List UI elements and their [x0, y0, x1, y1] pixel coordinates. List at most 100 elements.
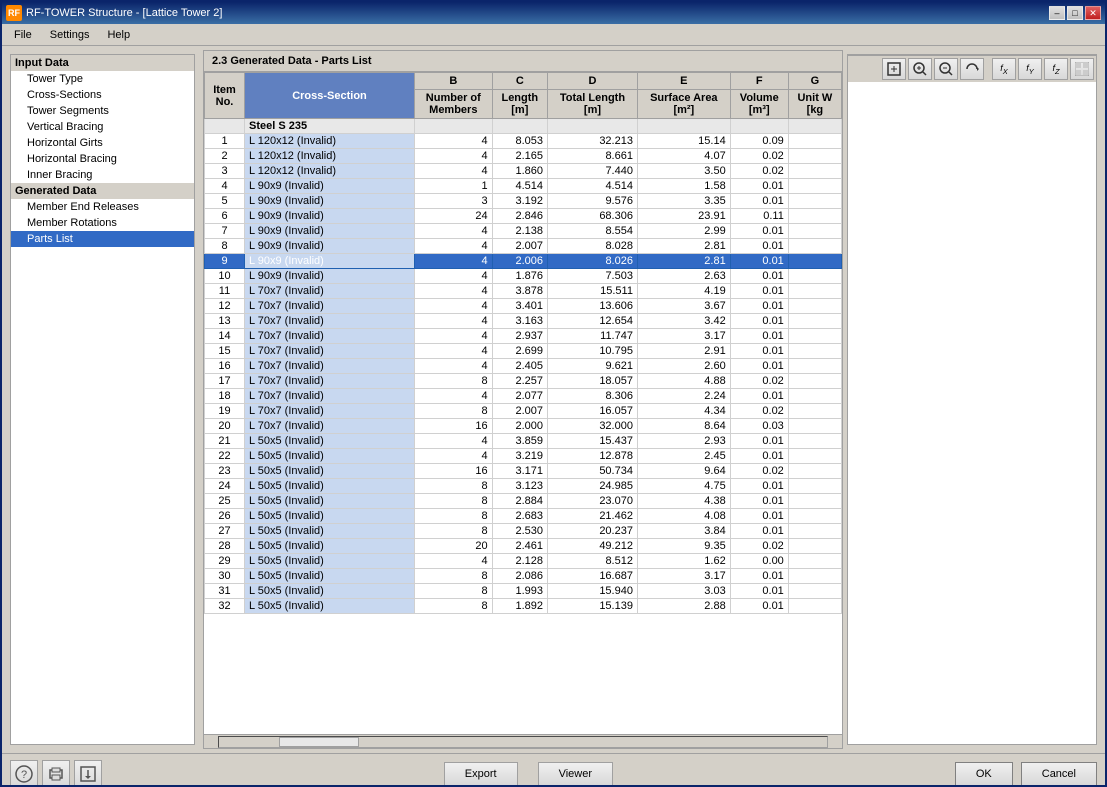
- menu-settings[interactable]: Settings: [42, 27, 98, 43]
- sidebar-item-horizontal-girts[interactable]: Horizontal Girts: [11, 135, 194, 151]
- table-row[interactable]: 2 L 120x12 (Invalid) 4 2.165 8.661 4.07 …: [205, 149, 842, 164]
- minimize-button[interactable]: –: [1049, 6, 1065, 20]
- cell-item-no: 31: [205, 584, 245, 599]
- sidebar-item-cross-sections[interactable]: Cross-Sections: [11, 87, 194, 103]
- cell-members: 8: [415, 569, 493, 584]
- table-row[interactable]: 4 L 90x9 (Invalid) 1 4.514 4.514 1.58 0.…: [205, 179, 842, 194]
- col-cross-section-header: Cross-Section: [245, 73, 415, 119]
- cell-volume: 0.01: [730, 494, 788, 509]
- print-button[interactable]: [42, 760, 70, 787]
- table-row[interactable]: 30 L 50x5 (Invalid) 8 2.086 16.687 3.17 …: [205, 569, 842, 584]
- rotate-button[interactable]: [960, 58, 984, 80]
- sidebar-item-vertical-bracing[interactable]: Vertical Bracing: [11, 119, 194, 135]
- col-e-header: E: [637, 73, 730, 90]
- table-row[interactable]: 1 L 120x12 (Invalid) 4 8.053 32.213 15.1…: [205, 134, 842, 149]
- cell-item-no: 1: [205, 134, 245, 149]
- table-row[interactable]: 20 L 70x7 (Invalid) 16 2.000 32.000 8.64…: [205, 419, 842, 434]
- cell-members: 4: [415, 269, 493, 284]
- table-row[interactable]: 14 L 70x7 (Invalid) 4 2.937 11.747 3.17 …: [205, 329, 842, 344]
- cell-surface-area: 3.67: [637, 299, 730, 314]
- cell-members: 4: [415, 329, 493, 344]
- viewer-button[interactable]: Viewer: [538, 762, 613, 786]
- table-row[interactable]: 17 L 70x7 (Invalid) 8 2.257 18.057 4.88 …: [205, 374, 842, 389]
- fx-button[interactable]: fX: [992, 58, 1016, 80]
- zoom-in-button[interactable]: [908, 58, 932, 80]
- cell-members: 3: [415, 194, 493, 209]
- table-container[interactable]: ItemNo. Cross-Section B C D E F G Number…: [204, 72, 842, 734]
- cell-length: 3.163: [492, 314, 547, 329]
- table-row[interactable]: 9 L 90x9 (Invalid) 4 2.006 8.026 2.81 0.…: [205, 254, 842, 269]
- col-num-members-header: Number ofMembers: [415, 90, 493, 119]
- table-row[interactable]: 6 L 90x9 (Invalid) 24 2.846 68.306 23.91…: [205, 209, 842, 224]
- fy-button[interactable]: fY: [1018, 58, 1042, 80]
- cell-surface-area: 3.17: [637, 329, 730, 344]
- table-row[interactable]: 25 L 50x5 (Invalid) 8 2.884 23.070 4.38 …: [205, 494, 842, 509]
- table-row[interactable]: 23 L 50x5 (Invalid) 16 3.171 50.734 9.64…: [205, 464, 842, 479]
- horizontal-scrollbar[interactable]: [204, 734, 842, 748]
- table-row[interactable]: 15 L 70x7 (Invalid) 4 2.699 10.795 2.91 …: [205, 344, 842, 359]
- table-row[interactable]: 11 L 70x7 (Invalid) 4 3.878 15.511 4.19 …: [205, 284, 842, 299]
- cell-surface-area: 2.45: [637, 449, 730, 464]
- settings-view-button[interactable]: [1070, 58, 1094, 80]
- cell-item-no: 25: [205, 494, 245, 509]
- cell-surface-area: 4.75: [637, 479, 730, 494]
- cancel-button[interactable]: Cancel: [1021, 762, 1097, 786]
- table-row[interactable]: 3 L 120x12 (Invalid) 4 1.860 7.440 3.50 …: [205, 164, 842, 179]
- table-row[interactable]: 24 L 50x5 (Invalid) 8 3.123 24.985 4.75 …: [205, 479, 842, 494]
- table-row[interactable]: 7 L 90x9 (Invalid) 4 2.138 8.554 2.99 0.…: [205, 224, 842, 239]
- cell-volume: 0.01: [730, 254, 788, 269]
- table-row[interactable]: 28 L 50x5 (Invalid) 20 2.461 49.212 9.35…: [205, 539, 842, 554]
- cell-unit-weight: [788, 374, 841, 389]
- sidebar-item-tower-segments[interactable]: Tower Segments: [11, 103, 194, 119]
- cell-length: 3.171: [492, 464, 547, 479]
- sidebar-item-horizontal-bracing[interactable]: Horizontal Bracing: [11, 151, 194, 167]
- title-bar-buttons: – □ ✕: [1049, 6, 1101, 20]
- cell-surface-area: 4.19: [637, 284, 730, 299]
- table-row[interactable]: 8 L 90x9 (Invalid) 4 2.007 8.028 2.81 0.…: [205, 239, 842, 254]
- help-button[interactable]: ?: [10, 760, 38, 787]
- cell-length: 3.859: [492, 434, 547, 449]
- sidebar-item-member-rotations[interactable]: Member Rotations: [11, 215, 194, 231]
- table-row[interactable]: 31 L 50x5 (Invalid) 8 1.993 15.940 3.03 …: [205, 584, 842, 599]
- cell-item-no: 20: [205, 419, 245, 434]
- table-row[interactable]: 10 L 90x9 (Invalid) 4 1.876 7.503 2.63 0…: [205, 269, 842, 284]
- cell-surface-area: 3.35: [637, 194, 730, 209]
- cell-volume: 0.01: [730, 224, 788, 239]
- maximize-button[interactable]: □: [1067, 6, 1083, 20]
- table-row[interactable]: 22 L 50x5 (Invalid) 4 3.219 12.878 2.45 …: [205, 449, 842, 464]
- table-row[interactable]: 19 L 70x7 (Invalid) 8 2.007 16.057 4.34 …: [205, 404, 842, 419]
- export-icon-button[interactable]: [74, 760, 102, 787]
- table-row[interactable]: 5 L 90x9 (Invalid) 3 3.192 9.576 3.35 0.…: [205, 194, 842, 209]
- zoom-fit-button[interactable]: [882, 58, 906, 80]
- menu-help[interactable]: Help: [99, 27, 138, 43]
- cell-unit-weight: [788, 359, 841, 374]
- table-row[interactable]: 21 L 50x5 (Invalid) 4 3.859 15.437 2.93 …: [205, 434, 842, 449]
- cell-total-length: 16.057: [548, 404, 638, 419]
- sidebar-item-parts-list[interactable]: Parts List: [11, 231, 194, 247]
- table-row[interactable]: 16 L 70x7 (Invalid) 4 2.405 9.621 2.60 0…: [205, 359, 842, 374]
- table-row[interactable]: 12 L 70x7 (Invalid) 4 3.401 13.606 3.67 …: [205, 299, 842, 314]
- menu-file[interactable]: File: [6, 27, 40, 43]
- cell-surface-area: 2.91: [637, 344, 730, 359]
- center-buttons: Export Viewer: [106, 762, 951, 786]
- table-row[interactable]: 32 L 50x5 (Invalid) 8 1.892 15.139 2.88 …: [205, 599, 842, 614]
- close-button[interactable]: ✕: [1085, 6, 1101, 20]
- table-row[interactable]: 18 L 70x7 (Invalid) 4 2.077 8.306 2.24 0…: [205, 389, 842, 404]
- table-row[interactable]: 13 L 70x7 (Invalid) 4 3.163 12.654 3.42 …: [205, 314, 842, 329]
- zoom-out-button[interactable]: [934, 58, 958, 80]
- col-unit-weight-header: Unit W[kg: [788, 90, 841, 119]
- cell-cross-section: L 70x7 (Invalid): [245, 284, 415, 299]
- export-button[interactable]: Export: [444, 762, 518, 786]
- sidebar-item-inner-bracing[interactable]: Inner Bracing: [11, 167, 194, 183]
- ok-button[interactable]: OK: [955, 762, 1013, 786]
- sidebar-item-tower-type[interactable]: Tower Type: [11, 71, 194, 87]
- fz-button[interactable]: fZ: [1044, 58, 1068, 80]
- table-row[interactable]: 26 L 50x5 (Invalid) 8 2.683 21.462 4.08 …: [205, 509, 842, 524]
- cell-total-length: 15.940: [548, 584, 638, 599]
- cell-item-no: 12: [205, 299, 245, 314]
- cell-cross-section: L 50x5 (Invalid): [245, 569, 415, 584]
- table-row[interactable]: 27 L 50x5 (Invalid) 8 2.530 20.237 3.84 …: [205, 524, 842, 539]
- cell-volume: 0.01: [730, 329, 788, 344]
- table-row[interactable]: 29 L 50x5 (Invalid) 4 2.128 8.512 1.62 0…: [205, 554, 842, 569]
- sidebar-item-member-end-releases[interactable]: Member End Releases: [11, 199, 194, 215]
